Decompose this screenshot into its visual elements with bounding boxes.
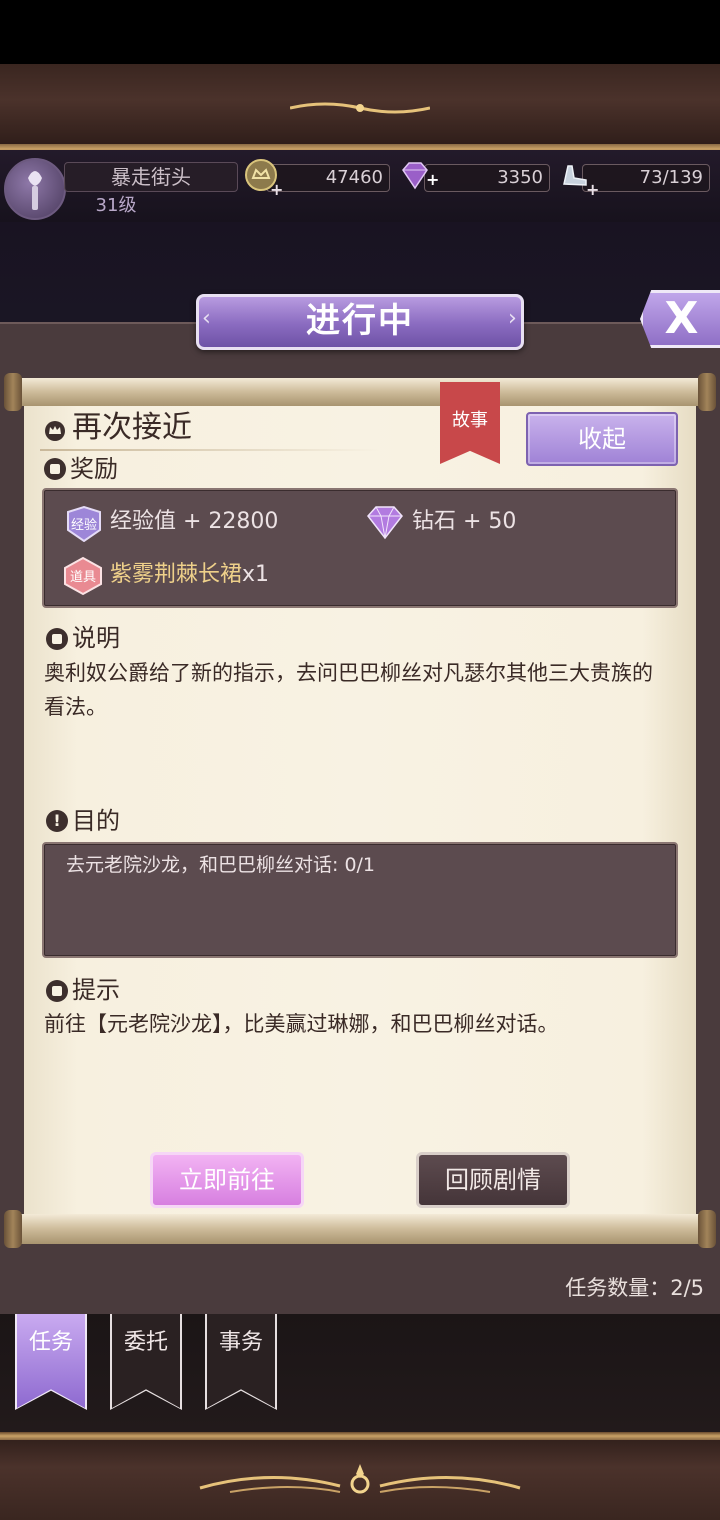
item-name: 紫雾荆棘长裙 — [110, 562, 243, 587]
stamina-counter: 73/139 — [582, 164, 710, 192]
add-gold-button[interactable]: + — [270, 180, 283, 199]
exp-reward: 经验值 + 22800 — [110, 509, 279, 534]
gold-counter: 47460 — [266, 164, 390, 192]
quest-title: 再次接近 — [72, 410, 192, 445]
torch-icon — [28, 171, 42, 210]
scroll-rod-top — [8, 378, 712, 406]
rod-cap-right-bottom — [698, 1210, 716, 1248]
review-story-button[interactable]: 回顾剧情 — [416, 1152, 570, 1208]
note-icon — [46, 980, 68, 1002]
description-label: 说明 — [72, 624, 120, 652]
hint-label: 提示 — [72, 976, 120, 1004]
rod-cap-left-top — [4, 373, 22, 411]
title-underline — [40, 449, 380, 451]
objective-label: 目的 — [72, 807, 120, 835]
status-bar — [0, 0, 720, 64]
diamond-value: 3350 — [497, 167, 543, 188]
tab-bar — [0, 1314, 720, 1432]
diamond-counter: 3350 — [424, 164, 550, 192]
player-name: 暴走街头 — [64, 162, 238, 192]
tab-label: 事务 — [218, 1330, 263, 1355]
diamond-reward: 钻石 + 50 — [412, 509, 517, 534]
quest-hint: 前往【元老院沙龙】，比美赢过琳娜，和巴巴柳丝对话。 — [44, 1012, 559, 1036]
add-stamina-button[interactable]: + — [586, 180, 599, 199]
ribbon-left-arrow-icon: ‹ — [202, 306, 211, 331]
gold-value: 47460 — [325, 167, 383, 188]
gem-icon — [367, 506, 403, 540]
exp-badge-label: 经验 — [70, 518, 97, 533]
gift-icon — [44, 458, 66, 480]
top-ornament-icon — [290, 102, 430, 114]
item-badge-label: 道具 — [69, 570, 96, 585]
item-quantity: x1 — [242, 562, 270, 587]
rod-cap-right-top — [698, 373, 716, 411]
rod-cap-left-bottom — [4, 1210, 22, 1248]
go-now-button[interactable]: 立即前往 — [150, 1152, 304, 1208]
rewards-label: 奖励 — [70, 455, 118, 483]
close-button[interactable]: X — [640, 290, 720, 348]
crown-icon — [45, 421, 65, 441]
task-count: 任务数量：2/5 — [565, 1276, 704, 1300]
scroll-rod-bottom — [8, 1214, 712, 1244]
collapse-button[interactable]: 收起 — [526, 412, 678, 466]
dialog-title: 进行中 — [196, 294, 524, 350]
avatar[interactable] — [4, 158, 66, 220]
tab-label: 任务 — [28, 1330, 73, 1355]
book-icon — [46, 628, 68, 650]
item-reward[interactable]: 紫雾荆棘长裙x1 — [110, 559, 350, 591]
objective-text: 去元老院沙龙，和巴巴柳丝对话: 0/1 — [66, 854, 376, 876]
stamina-value: 73/139 — [639, 167, 703, 188]
tab-label: 委托 — [123, 1330, 168, 1355]
close-icon: X — [664, 293, 699, 344]
quest-description: 奥利奴公爵给了新的指示，去问巴巴柳丝对凡瑟尔其他三大贵族的看法。 — [44, 661, 653, 719]
ribbon-right-arrow-icon: › — [508, 306, 517, 331]
bottom-ornament-icon — [199, 1464, 521, 1494]
player-level: 31级 — [95, 195, 137, 216]
exclamation-icon: ! — [46, 810, 68, 832]
add-diamond-button[interactable]: + — [426, 170, 439, 189]
